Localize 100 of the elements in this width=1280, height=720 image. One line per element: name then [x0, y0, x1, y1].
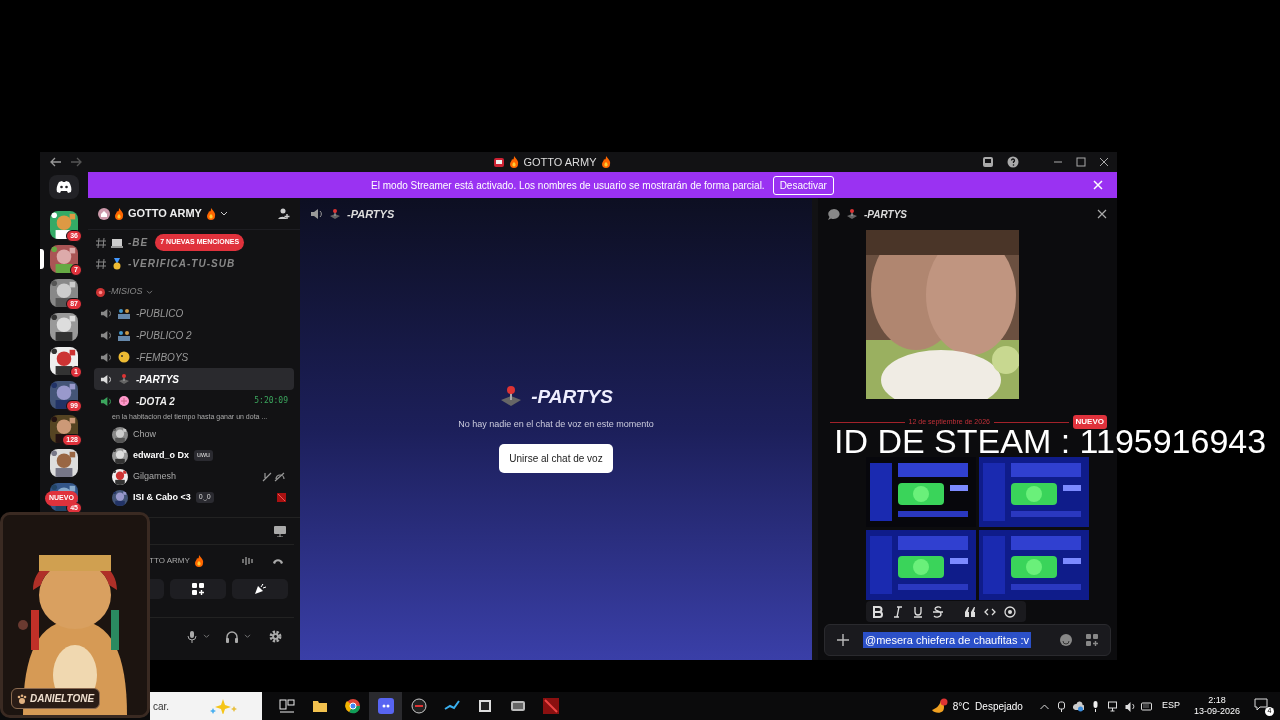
- chevron-down-icon: [145, 289, 153, 295]
- server-icon[interactable]: [50, 449, 78, 477]
- fire-icon: [205, 207, 216, 220]
- sound-wave-icon[interactable]: [242, 556, 254, 566]
- deactivate-button[interactable]: Desactivar: [772, 175, 834, 195]
- message-input[interactable]: @mesera chiefera de chaufitas :v: [824, 624, 1111, 656]
- server-icon[interactable]: [50, 347, 78, 375]
- hash-icon: [96, 258, 106, 269]
- server-icon[interactable]: [50, 313, 78, 341]
- voice-member[interactable]: Gilgamesh: [94, 466, 294, 487]
- brain-icon: [118, 395, 130, 407]
- member-name: Chow: [133, 427, 156, 441]
- speaker-icon: [310, 208, 323, 220]
- add-member-icon[interactable]: [277, 207, 290, 220]
- headphones-icon[interactable]: [226, 630, 238, 643]
- member-name: ISI & Cabo <3: [133, 490, 191, 504]
- window-app-icon: [509, 698, 526, 714]
- chevron-down-icon[interactable]: [203, 634, 210, 639]
- voice-channel[interactable]: -FEMBOYS: [94, 346, 294, 368]
- empty-voice-message: No hay nadie en el chat de voz en este momento: [458, 417, 654, 431]
- message-icon: [1254, 698, 1268, 710]
- weather-icon[interactable]: [930, 698, 949, 714]
- channel-name[interactable]: -VERIFICA-TU-SUB: [128, 256, 236, 271]
- voice-channel[interactable]: -DOTA 2 5:20:09: [94, 390, 294, 412]
- channel-heading: -PARTYS: [531, 385, 613, 409]
- strikethrough-icon[interactable]: [932, 605, 944, 618]
- party-popper-button[interactable]: [232, 579, 288, 599]
- selected-text: @mesera chiefera de chaufitas :v: [863, 631, 1032, 649]
- speaker-icon: [100, 307, 112, 319]
- joystick-icon: [118, 373, 130, 385]
- microphone-icon[interactable]: [187, 630, 197, 643]
- volume-icon[interactable]: [1123, 700, 1135, 712]
- speaker-icon: [100, 329, 112, 341]
- chat-app-icon: [377, 698, 394, 714]
- streamer-name: DANIELTONE: [30, 692, 95, 706]
- chevron-down-icon[interactable]: [244, 634, 251, 639]
- screen-share-icon[interactable]: [274, 525, 286, 537]
- help-icon[interactable]: [1007, 156, 1019, 168]
- task-view-icon: [278, 698, 295, 714]
- house-icon: [98, 207, 110, 220]
- channel-title: -PARTYS: [864, 207, 907, 222]
- face-icon: [118, 351, 130, 363]
- fire-icon: [509, 156, 520, 168]
- keyboard-icon[interactable]: [1140, 700, 1152, 712]
- network-icon[interactable]: [1106, 700, 1118, 712]
- voice-member[interactable]: Chow: [94, 424, 294, 445]
- voice-channel[interactable]: -PUBLICO 2: [94, 324, 294, 346]
- banner-text: El modo Streamer está activado. Los nombres de usuario se mostrarán de forma parcial.: [371, 178, 765, 193]
- back-arrow-icon[interactable]: [50, 157, 62, 167]
- apps-icon: [192, 583, 204, 595]
- inbox-icon[interactable]: [982, 156, 994, 168]
- quote-icon[interactable]: [964, 605, 976, 618]
- window-title: GOTTO ARMY: [523, 154, 597, 170]
- server-icon[interactable]: [50, 415, 78, 443]
- server-icon[interactable]: [50, 211, 78, 239]
- browser-icon: [344, 698, 361, 714]
- bold-icon[interactable]: [872, 605, 884, 618]
- hang-up-icon[interactable]: [272, 557, 284, 565]
- mushroom-icon: [96, 287, 105, 297]
- language-indicator[interactable]: ESP: [1161, 699, 1180, 713]
- clock[interactable]: 2:18 13-09-2026: [1193, 695, 1240, 717]
- member-name: edward_o Dx: [133, 448, 190, 462]
- close-icon[interactable]: [1097, 209, 1107, 219]
- connected-server: TTO ARMY: [149, 555, 190, 567]
- spoiler-icon[interactable]: [1004, 605, 1016, 618]
- medal-icon: [111, 257, 123, 270]
- search-field[interactable]: car.: [150, 692, 262, 720]
- cloud-icon[interactable]: [1072, 700, 1084, 712]
- fire-icon: [600, 156, 611, 168]
- webcam-icon[interactable]: [1055, 700, 1067, 712]
- category-name[interactable]: -MISIOS: [108, 285, 143, 299]
- weather-text[interactable]: 8°C Despejado: [952, 698, 1023, 714]
- forward-arrow-icon[interactable]: [70, 157, 82, 167]
- server-icon[interactable]: [50, 381, 78, 409]
- member-name: Gilgamesh: [133, 469, 177, 483]
- join-voice-button[interactable]: Unirse al chat de voz: [499, 444, 613, 473]
- chat-bubble-icon: [828, 208, 840, 220]
- channel-name[interactable]: -BE: [128, 235, 149, 250]
- people-icon: [118, 329, 130, 341]
- close-icon[interactable]: [1099, 157, 1109, 167]
- plus-icon[interactable]: [837, 634, 849, 646]
- emoji-icon[interactable]: [1060, 634, 1072, 646]
- discord-logo-button[interactable]: [49, 175, 79, 199]
- underline-icon[interactable]: [912, 605, 924, 618]
- fire-icon: [193, 555, 204, 567]
- laptop-icon: [111, 236, 123, 249]
- settings-icon[interactable]: [269, 630, 282, 643]
- speaker-icon: [100, 351, 112, 363]
- hash-icon: [96, 237, 106, 248]
- voice-channel[interactable]: -PARTYS: [94, 368, 294, 390]
- apps-icon[interactable]: [1086, 634, 1098, 646]
- maximize-icon[interactable]: [1076, 157, 1086, 167]
- italic-icon[interactable]: [892, 605, 904, 618]
- server-header[interactable]: GOTTO ARMY: [88, 198, 300, 230]
- game-icon: [542, 698, 559, 714]
- server-icon[interactable]: [50, 245, 78, 273]
- search-text: car.: [153, 699, 170, 714]
- server-icon[interactable]: [50, 279, 78, 307]
- voice-channel[interactable]: -PUBLICO: [94, 302, 294, 324]
- apps-button[interactable]: [170, 579, 226, 599]
